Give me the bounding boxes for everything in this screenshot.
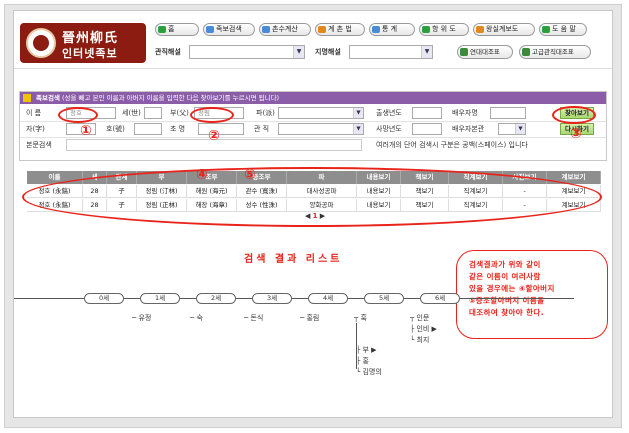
results-caption: 검색 결과 리스트 [244,254,343,265]
spouse-clan-label: 배우자본관 [452,125,485,133]
person-name[interactable]: ─ 돈식 [244,313,263,323]
person-name[interactable]: ├ 부 ▶ [356,345,377,355]
generation-2[interactable]: 2세 [196,293,236,304]
person-name[interactable]: └ 김명의 [356,367,382,377]
place-select[interactable]: ▼ [349,45,433,59]
logo-subtitle: 인터넷족보 [62,47,118,60]
chevron-down-icon: ▼ [421,46,432,58]
annotation-2: ② [208,128,220,144]
generation-timeline: 0세 1세 2세 3세 4세 5세 6세 ─ 유정 ─ 숙 ─ 돈식 ─ 홍림 … [14,293,612,376]
crown-icon [476,26,484,33]
birth-year-label: 출생년도 [376,109,402,117]
chart-icon [372,26,380,33]
branch-select[interactable]: ▼ [278,107,364,119]
nav-statistics[interactable]: 통 계 [369,23,415,36]
chronology-button[interactable]: 연대대조표 [457,45,513,59]
official-rank-button[interactable]: 고급관직대조표 [519,45,591,59]
site-logo[interactable]: 晉州柳氏 인터넷족보 [20,23,146,63]
childhood-name-label: 초 명 [170,125,186,133]
calculator-icon [262,26,270,33]
childhood-name-input[interactable] [198,123,244,135]
nav-hangwido[interactable]: 항 위 도 [419,23,469,36]
search-panel: 족보검색 (성을 빼고 본인 이름과 아버지 이름을 입력한 다음 찾아보기를 … [19,91,607,161]
annotation-3: ③ [570,126,582,142]
nav-kinship-calc[interactable]: 촌수계산 [259,23,311,36]
help-icon [542,26,550,33]
page: 晉州柳氏 인터넷족보 홈 족보검색 촌수계산 계 촌 법 통 계 항 위 도 왕… [13,10,613,418]
nav-royal-lineage[interactable]: 왕실계보도 [473,23,535,36]
generation-3[interactable]: 3세 [252,293,292,304]
annotation-5: ⑤ [244,167,256,183]
office-select[interactable]: ▼ [189,45,305,59]
spouse-name-label: 배우자명 [452,109,478,117]
person-name[interactable]: ├ 인비 ▶ [410,324,437,334]
person-name[interactable]: └ 최지 [410,335,429,345]
search-note: 여러개의 단어 검색시 구분은 공백(스페이스) 입니다 [376,141,528,149]
pen-name-input[interactable] [134,123,162,135]
spouse-name-input[interactable] [490,107,526,119]
generation-label: 세(世) [122,109,141,117]
annotation-oval-results [22,167,602,227]
folder-icon [23,94,31,102]
chevron-down-icon: ▼ [293,46,304,58]
generation-5[interactable]: 5세 [364,293,404,304]
name-label: 이 름 [26,109,42,117]
header: 晉州柳氏 인터넷족보 홈 족보검색 촌수계산 계 촌 법 통 계 항 위 도 왕… [14,11,612,69]
logo-title: 晉州柳氏 [62,31,119,46]
chevron-down-icon: ▼ [515,124,525,134]
clan-seal-icon [26,28,56,58]
courtesy-name-label: 자(字) [26,125,45,133]
birth-year-input[interactable] [412,107,442,119]
generation-4[interactable]: 4세 [308,293,348,304]
table-icon [460,48,468,56]
generation-1[interactable]: 1세 [140,293,180,304]
branch-label: 파(派) [256,109,275,117]
generation-0[interactable]: 0세 [84,293,124,304]
table-icon [522,48,530,56]
generation-6[interactable]: 6세 [420,293,460,304]
person-name[interactable]: ─ 유정 [132,313,151,323]
nav-home[interactable]: 홈 [155,23,199,36]
person-name[interactable]: ┬ 인문 [410,313,429,323]
person-name[interactable]: ─ 숙 [190,313,203,323]
person-name[interactable]: ─ 홍림 [300,313,319,323]
generation-input[interactable] [144,107,162,119]
death-year-label: 사망년도 [376,125,402,133]
annotation-4: ④ [196,167,208,183]
people-icon [318,26,326,33]
annotation-oval-search [552,106,596,124]
pen-name-label: 호(號) [106,125,125,133]
nav-kinship-rules[interactable]: 계 촌 법 [315,23,365,36]
annotation-oval-father [190,107,234,123]
search-panel-header: 족보검색 (성을 빼고 본인 이름과 아버지 이름을 입력한 다음 찾아보기를 … [20,92,606,104]
body-search-label: 본문검색 [26,141,52,149]
tree-icon [422,26,430,33]
spouse-clan-select[interactable]: ▼ [498,123,526,135]
place-label: 지명해설 [315,48,341,56]
chevron-down-icon: ▼ [353,108,363,118]
search-icon [206,26,214,33]
nav-genealogy-search[interactable]: 족보검색 [203,23,255,36]
father-label: 부(父) [170,109,189,117]
nav-help[interactable]: 도 움 말 [539,23,587,36]
home-icon [158,26,166,33]
office-label: 관직해설 [155,48,181,56]
person-name[interactable]: ├ 홍 [356,356,369,366]
death-year-input[interactable] [412,123,442,135]
annotation-oval-name [58,107,98,123]
office-field-select[interactable]: ▼ [278,123,364,135]
annotation-1: ① [80,123,92,139]
chevron-down-icon: ▼ [353,124,363,134]
office-field-label: 관 직 [254,125,270,133]
person-name[interactable]: ┬ 훅 [354,313,367,323]
